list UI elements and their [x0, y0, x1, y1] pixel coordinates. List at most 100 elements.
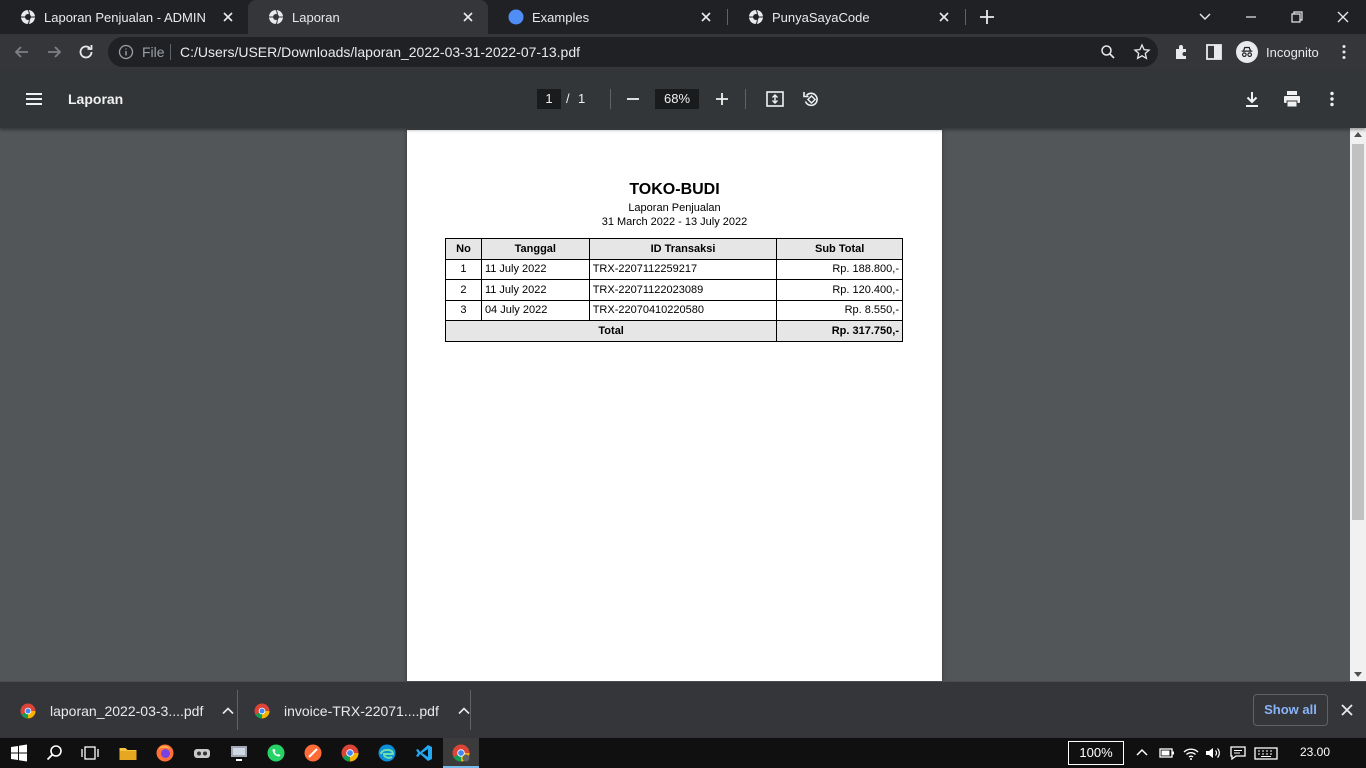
page-number-input[interactable]: 1 — [537, 89, 561, 109]
incognito-profile-button[interactable]: Incognito — [1234, 38, 1326, 66]
table-row: 2 11 July 2022 TRX-22071122023089 Rp. 12… — [445, 279, 903, 301]
tab-laporan-penjualan-admin[interactable]: Laporan Penjualan - ADMIN — [0, 0, 248, 34]
bookmark-star-icon[interactable] — [1133, 43, 1151, 61]
battery-icon[interactable] — [1157, 743, 1177, 763]
tab-label: Examples — [532, 9, 590, 25]
download-filename: invoice-TRX-22071....pdf — [284, 702, 439, 719]
tab-examples[interactable]: Examples — [488, 0, 726, 34]
fit-to-page-icon[interactable] — [765, 89, 785, 109]
keyboard-icon[interactable] — [1254, 743, 1278, 763]
chrome-icon[interactable] — [340, 743, 360, 763]
whatsapp-icon[interactable] — [266, 743, 286, 763]
remote-desktop-icon[interactable] — [229, 743, 249, 763]
download-icon[interactable] — [1242, 89, 1262, 109]
compass-icon — [508, 9, 524, 25]
chrome-file-icon — [254, 703, 270, 719]
scroll-up-arrow-icon[interactable] — [1354, 132, 1362, 137]
incognito-icon — [1236, 41, 1258, 63]
window-close-icon[interactable] — [1332, 6, 1354, 28]
tab-laporan[interactable]: Laporan — [248, 0, 488, 34]
show-all-downloads-button[interactable]: Show all — [1253, 694, 1328, 726]
rotate-icon[interactable] — [801, 89, 821, 109]
total-value: Rp. 317.750,- — [776, 320, 903, 342]
windows-start-icon[interactable] — [9, 743, 29, 763]
extensions-puzzle-icon[interactable] — [1172, 42, 1192, 62]
search-icon[interactable] — [45, 743, 65, 763]
tab-search-chevron-icon[interactable] — [1194, 6, 1216, 28]
restore-icon[interactable] — [1286, 6, 1308, 28]
vscode-icon[interactable] — [414, 743, 434, 763]
close-icon[interactable] — [698, 9, 714, 25]
page-separator: / — [566, 91, 570, 106]
chevron-up-icon[interactable] — [221, 704, 235, 718]
chrome-active-icon[interactable] — [451, 743, 471, 763]
zoom-level-input[interactable]: 68% — [655, 89, 699, 109]
new-tab-plus-icon[interactable] — [978, 8, 996, 26]
column-header: No — [445, 238, 482, 260]
table-row: 3 04 July 2022 TRX-22070410220580 Rp. 8.… — [445, 299, 903, 321]
tab-label: Laporan — [292, 9, 340, 25]
minimize-icon[interactable] — [1240, 6, 1262, 28]
row-subtotal: Rp. 120.400,- — [776, 279, 903, 301]
zoom-in-icon[interactable] — [712, 89, 732, 109]
close-icon[interactable] — [220, 9, 236, 25]
toolbar-divider — [610, 89, 611, 109]
scrollbar-thumb[interactable] — [1352, 144, 1364, 520]
print-icon[interactable] — [1282, 89, 1302, 109]
report-subtitle: Laporan Penjualan — [628, 202, 721, 214]
edge-icon[interactable] — [377, 743, 397, 763]
pdf-viewer-canvas[interactable]: TOKO-BUDI Laporan Penjualan 31 March 202… — [0, 128, 1366, 681]
wifi-icon[interactable] — [1181, 743, 1201, 763]
more-options-icon[interactable] — [1322, 89, 1342, 109]
task-view-icon[interactable] — [80, 743, 100, 763]
table-total-row: Total Rp. 317.750,- — [444, 320, 903, 342]
download-item[interactable]: laporan_2022-03-3....pdf — [20, 682, 235, 739]
shelf-divider — [470, 690, 471, 730]
side-panel-icon[interactable] — [1204, 42, 1224, 62]
chevron-up-icon[interactable] — [1132, 743, 1152, 763]
row-subtotal: Rp. 8.550,- — [776, 299, 903, 321]
info-icon[interactable] — [118, 44, 134, 60]
back-arrow-icon[interactable] — [12, 42, 32, 62]
url-scheme-label: File — [142, 44, 165, 60]
tab-punyasayacode[interactable]: PunyaSayaCode — [728, 0, 964, 34]
tab-divider — [965, 9, 966, 25]
reload-icon[interactable] — [76, 42, 96, 62]
globe-icon — [269, 9, 283, 25]
close-shelf-icon[interactable] — [1339, 702, 1355, 718]
close-icon[interactable] — [936, 9, 952, 25]
vertical-scrollbar[interactable] — [1350, 128, 1366, 681]
globe-icon — [749, 9, 763, 25]
incognito-label: Incognito — [1266, 44, 1319, 60]
zoom-percentage-badge[interactable]: 100% — [1068, 741, 1124, 765]
pdf-viewer-toolbar: Laporan 1 / 1 68% — [0, 70, 1366, 128]
row-number: 2 — [445, 279, 482, 301]
postman-icon[interactable] — [303, 743, 323, 763]
hamburger-menu-icon[interactable] — [24, 89, 44, 109]
row-subtotal: Rp. 188.800,- — [776, 258, 903, 280]
tab-strip: Laporan Penjualan - ADMIN Laporan Exampl… — [0, 0, 1366, 34]
download-item[interactable]: invoice-TRX-22071....pdf — [254, 682, 471, 739]
row-number: 1 — [445, 258, 482, 280]
url-text[interactable]: C:/Users/USER/Downloads/laporan_2022-03-… — [180, 44, 580, 60]
app-icon[interactable] — [192, 743, 212, 763]
close-icon[interactable] — [460, 9, 476, 25]
chevron-up-icon[interactable] — [457, 704, 471, 718]
volume-icon[interactable] — [1203, 743, 1223, 763]
firefox-icon[interactable] — [155, 743, 175, 763]
system-clock[interactable]: 23.00 — [1300, 745, 1330, 759]
table-row: 1 11 July 2022 TRX-2207112259217 Rp. 188… — [445, 258, 903, 280]
row-date: 11 July 2022 — [480, 279, 590, 301]
zoom-out-icon[interactable] — [623, 89, 643, 109]
scroll-down-arrow-icon[interactable] — [1354, 672, 1362, 677]
tab-label: Laporan Penjualan - ADMIN — [44, 9, 206, 25]
browser-toolbar: File C:/Users/USER/Downloads/laporan_202… — [0, 34, 1366, 70]
browser-menu-icon[interactable] — [1334, 42, 1354, 62]
row-date: 11 July 2022 — [480, 258, 590, 280]
notification-chat-icon[interactable] — [1228, 743, 1248, 763]
zoom-search-icon[interactable] — [1100, 44, 1116, 60]
report-store-title: TOKO-BUDI — [629, 181, 720, 198]
address-bar[interactable]: File C:/Users/USER/Downloads/laporan_202… — [108, 37, 1158, 67]
forward-arrow-icon[interactable] — [44, 42, 64, 62]
file-explorer-icon[interactable] — [118, 743, 138, 763]
